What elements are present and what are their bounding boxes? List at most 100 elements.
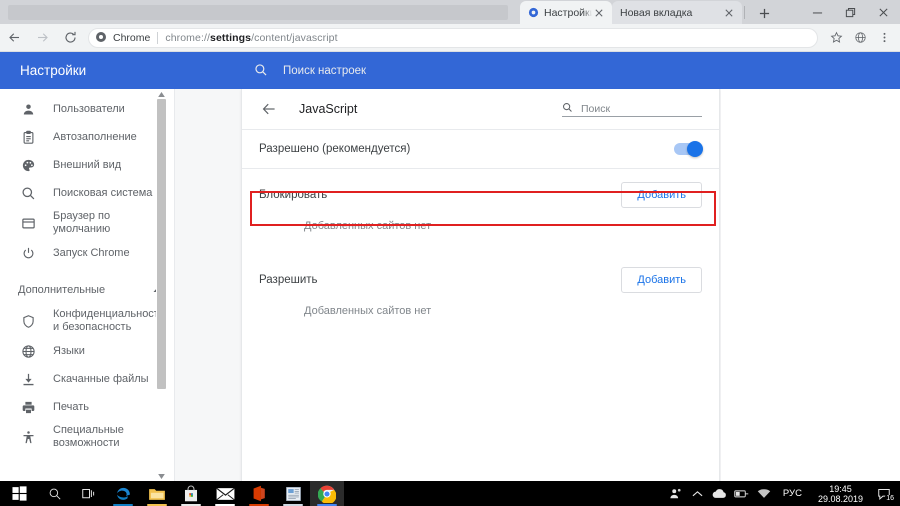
office-icon[interactable] [242, 481, 276, 506]
minimize-icon[interactable] [801, 0, 834, 24]
system-tray: РУС 19:45 29.08.2019 16 [665, 481, 900, 506]
taskbar-search-icon[interactable] [38, 481, 72, 506]
reload-icon[interactable] [56, 24, 84, 52]
right-gutter [721, 89, 900, 481]
close-icon[interactable] [867, 0, 900, 24]
news-reader-icon[interactable] [276, 481, 310, 506]
add-block-button[interactable]: Добавить [621, 181, 702, 208]
sidebar-item-label: Языки [53, 344, 85, 357]
tab-separator [744, 6, 745, 19]
sidebar-item-people[interactable]: Пользователи [0, 95, 175, 123]
windows-logo-icon[interactable] [0, 481, 38, 506]
back-arrow-icon[interactable] [0, 24, 28, 52]
scroll-down-arrow-icon[interactable] [156, 471, 167, 481]
star-icon[interactable] [824, 26, 848, 50]
toggle-label: Разрешено (рекомендуется) [259, 143, 411, 155]
new-tab-button[interactable] [751, 2, 777, 24]
restore-icon[interactable] [834, 0, 867, 24]
card-search-placeholder: Поиск [581, 102, 611, 115]
sidebar-scrollbar[interactable] [156, 89, 167, 481]
add-allow-button[interactable]: Добавить [621, 266, 702, 293]
sidebar-item-label: Пользователи [53, 102, 125, 115]
sidebar-item-label: Внешний вид [53, 158, 122, 171]
wifi-icon[interactable] [753, 481, 775, 506]
cloud-icon[interactable] [709, 481, 731, 506]
card-search-input[interactable]: Поиск [562, 102, 702, 117]
chrome-icon[interactable] [310, 481, 344, 506]
sidebar-item-languages[interactable]: Языки [0, 337, 175, 365]
sidebar-item-accessibility[interactable]: Специальные возможности [0, 421, 175, 453]
javascript-allow-row[interactable]: Разрешено (рекомендуется) [242, 130, 719, 169]
window-drag-region-right [777, 0, 801, 24]
tab-close-button[interactable] [592, 6, 606, 20]
clock-date: 29.08.2019 [817, 493, 863, 504]
globe-icon[interactable] [848, 26, 872, 50]
url-suffix: /content/javascript [251, 31, 338, 44]
sidebar-item-label: Скачанные файлы [53, 372, 149, 385]
sidebar-item-printing[interactable]: Печать [0, 393, 175, 421]
sidebar-item-downloads[interactable]: Скачанные файлы [0, 365, 175, 393]
edge-icon[interactable] [106, 481, 140, 506]
three-dot-menu-icon[interactable] [872, 26, 896, 50]
download-icon [20, 371, 37, 388]
section-title: Разрешить [259, 273, 318, 286]
sidebar-item-label: Конфиденциальность и безопасность [53, 308, 165, 333]
file-explorer-icon[interactable] [140, 481, 174, 506]
sidebar-group-advanced[interactable]: Дополнительные [0, 275, 175, 305]
show-hidden-icons-icon[interactable] [687, 481, 709, 506]
sidebar-item-privacy-security[interactable]: Конфиденциальность и безопасность [0, 305, 175, 337]
tab-new-tab[interactable]: Новая вкладка [612, 1, 742, 24]
toggle-knob [687, 141, 703, 157]
settings-search-box[interactable]: Поиск настроек [240, 52, 720, 89]
window-drag-region-left [0, 0, 520, 24]
clock-time: 19:45 [829, 483, 852, 494]
microsoft-store-icon[interactable] [174, 481, 208, 506]
settings-gear-icon [528, 7, 539, 18]
search-icon [254, 63, 269, 78]
tab-close-button[interactable] [722, 6, 736, 20]
taskbar-clock[interactable]: 19:45 29.08.2019 [810, 484, 871, 504]
tab-settings-javascript[interactable]: Настройки – JavaSc [520, 1, 612, 24]
sidebar-divider [174, 89, 175, 481]
sidebar-item-label: Печать [53, 400, 90, 413]
sidebar-item-on-startup[interactable]: Запуск Chrome [0, 239, 175, 267]
scrollbar-thumb[interactable] [157, 99, 166, 389]
settings-header-bar: Настройки Поиск настроек [0, 52, 900, 89]
block-empty-text: Добавленных сайтов нет [304, 220, 432, 232]
sidebar-item-label: Поисковая система [53, 186, 153, 199]
removable-media-icon[interactable] [731, 481, 753, 506]
sidebar-item-appearance[interactable]: Внешний вид [0, 151, 175, 179]
sidebar-item-label: Автозаполнение [53, 130, 137, 143]
javascript-toggle-switch[interactable] [674, 141, 703, 157]
allow-section-header: Разрешить Добавить [259, 254, 702, 305]
javascript-settings-card: JavaScript Поиск Разрешено (рекомендуетс… [241, 89, 720, 481]
sidebar-item-search-engine[interactable]: Поисковая система [0, 179, 175, 207]
url-prefix: chrome:// [165, 31, 211, 44]
printer-icon [20, 399, 37, 416]
action-center-icon[interactable]: 16 [871, 481, 897, 506]
browser-toolbar: Chrome chrome://settings/content/javascr… [0, 24, 900, 52]
task-view-icon[interactable] [72, 481, 106, 506]
chrome-settings-icon [95, 31, 108, 44]
search-icon [562, 102, 574, 114]
notification-count-badge: 16 [885, 495, 895, 503]
settings-body: Пользователи Автозаполнение Внешний вид … [0, 89, 900, 481]
sidebar-item-autofill[interactable]: Автозаполнение [0, 123, 175, 151]
scroll-up-arrow-icon[interactable] [156, 89, 167, 99]
back-arrow-icon[interactable] [259, 99, 279, 119]
clipboard-icon [20, 129, 37, 146]
omnibox-url: chrome://settings/content/javascript [165, 32, 337, 44]
search-icon [20, 185, 37, 202]
mail-icon[interactable] [208, 481, 242, 506]
keyboard-language-indicator[interactable]: РУС [775, 488, 810, 499]
settings-search-placeholder: Поиск настроек [283, 64, 367, 77]
allow-section: Разрешить Добавить Добавленных сайтов не… [242, 254, 719, 339]
forward-arrow-icon[interactable] [28, 24, 56, 52]
accessibility-icon [20, 429, 37, 446]
people-icon[interactable] [665, 481, 687, 506]
sidebar-group-label: Дополнительные [18, 283, 106, 296]
palette-icon [20, 157, 37, 174]
address-bar[interactable]: Chrome chrome://settings/content/javascr… [88, 27, 818, 48]
sidebar-item-default-browser[interactable]: Браузер по умолчанию [0, 207, 175, 239]
toolbar-actions [824, 26, 900, 50]
